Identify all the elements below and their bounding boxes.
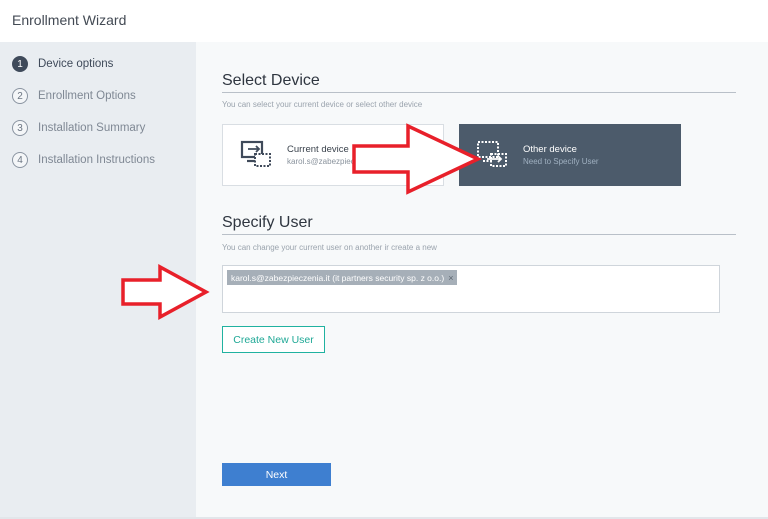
- specify-user-subtitle: You can change your current user on anot…: [222, 243, 437, 252]
- other-device-card[interactable]: Other device Need to Specify User: [459, 124, 681, 186]
- create-new-user-button[interactable]: Create New User: [222, 326, 325, 353]
- remove-user-icon[interactable]: ×: [448, 273, 453, 283]
- annotation-arrow-right-icon: [352, 123, 483, 195]
- current-device-icon: [240, 140, 271, 167]
- step-device-options[interactable]: 1 Device options: [12, 54, 113, 74]
- select-device-title: Select Device: [222, 72, 320, 89]
- selected-user-label: karol.s@zabezpieczenia.it (it partners s…: [231, 272, 445, 283]
- specify-user-title: Specify User: [222, 214, 313, 231]
- select-device-divider: [222, 92, 736, 93]
- other-device-name: Other device: [523, 144, 577, 155]
- step-number: 4: [12, 152, 28, 168]
- step-number: 3: [12, 120, 28, 136]
- step-number: 1: [12, 56, 28, 72]
- step-label: Installation Instructions: [38, 154, 155, 166]
- annotation-arrow-right-icon: [121, 264, 210, 320]
- step-installation-instructions[interactable]: 4 Installation Instructions: [12, 150, 155, 170]
- select-device-subtitle: You can select your current device or se…: [222, 100, 423, 109]
- user-select-input[interactable]: karol.s@zabezpieczenia.it (it partners s…: [222, 265, 720, 313]
- next-button[interactable]: Next: [222, 463, 331, 486]
- step-enrollment-options[interactable]: 2 Enrollment Options: [12, 86, 136, 106]
- other-device-hint: Need to Specify User: [523, 157, 599, 166]
- specify-user-divider: [222, 234, 736, 235]
- selected-user-tag: karol.s@zabezpieczenia.it (it partners s…: [227, 270, 458, 285]
- step-number: 2: [12, 88, 28, 104]
- step-label: Installation Summary: [38, 122, 146, 134]
- wizard-title: Enrollment Wizard: [12, 12, 127, 28]
- step-label: Enrollment Options: [38, 90, 136, 102]
- step-label: Device options: [38, 58, 114, 70]
- wizard-header: Enrollment Wizard: [0, 0, 768, 42]
- step-installation-summary[interactable]: 3 Installation Summary: [12, 118, 145, 138]
